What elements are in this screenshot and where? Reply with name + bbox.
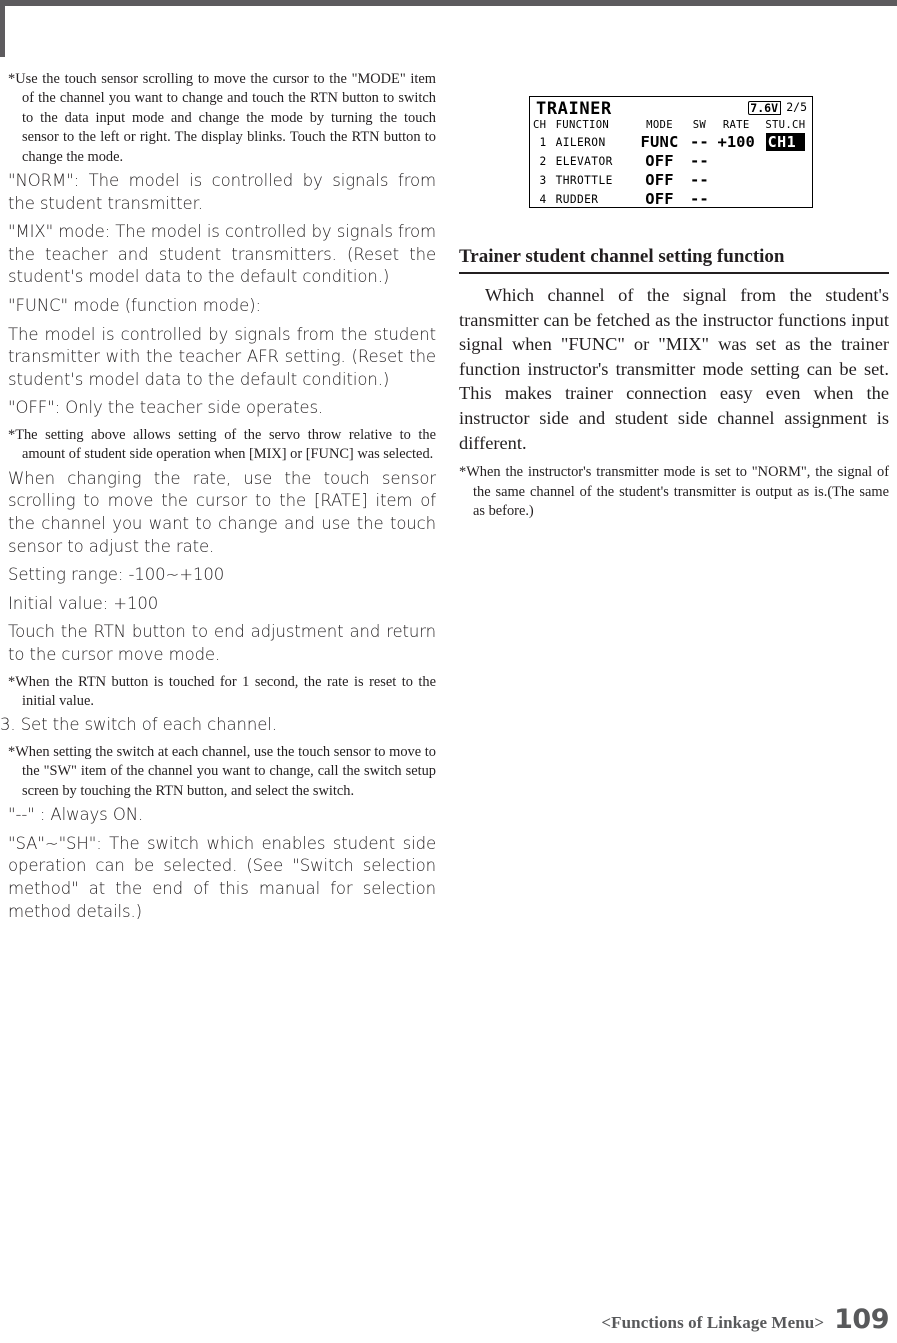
body-paragraph: "--" : Always ON. (8, 805, 144, 825)
body-paragraph: "FUNC" mode (function mode): (8, 296, 261, 315)
body-paragraph: "SA"~"SH": The switch which enables stud… (8, 833, 436, 921)
body-paragraph: Initial value: +100 (8, 593, 159, 613)
section-heading: Trainer student channel setting function (459, 245, 889, 274)
body-paragraph: "MIX" mode: The model is controlled by s… (8, 222, 436, 287)
numbered-step: 3. Set the switch of each channel. (0, 715, 277, 735)
footnote-paragraph: *When setting the switch at each channel… (8, 743, 436, 799)
body-paragraph: Setting range: -100~+100 (8, 565, 225, 585)
body-paragraph: "OFF": Only the teacher side operates. (8, 398, 324, 418)
footnote-paragraph: *Use the touch sensor scrolling to move … (8, 71, 436, 165)
footer-section-label: <Functions of Linkage Menu> (601, 1313, 825, 1332)
body-paragraph: The model is controlled by signals from … (8, 324, 436, 389)
section-footnote: *When the instructor's transmitter mode … (459, 464, 889, 519)
footnote-paragraph: *When the RTN button is touched for 1 se… (8, 673, 436, 709)
body-paragraph: Touch the RTN button to end adjustment a… (8, 622, 436, 664)
section-paragraph: Which channel of the signal from the stu… (459, 285, 889, 453)
body-paragraph: "NORM": The model is controlled by signa… (8, 171, 436, 213)
page-edge-tab (0, 0, 5, 57)
left-text-column: *Use the touch sensor scrolling to move … (0, 70, 436, 929)
footnote-paragraph: *The setting above allows setting of the… (8, 426, 436, 463)
footer-page-number: 109 (834, 1304, 889, 1335)
page-top-rule (0, 0, 897, 6)
right-text-column: Trainer student channel setting function… (459, 70, 889, 524)
body-paragraph: When changing the rate, use the touch se… (8, 468, 436, 556)
page-footer: <Functions of Linkage Menu> 109 (601, 1304, 889, 1335)
